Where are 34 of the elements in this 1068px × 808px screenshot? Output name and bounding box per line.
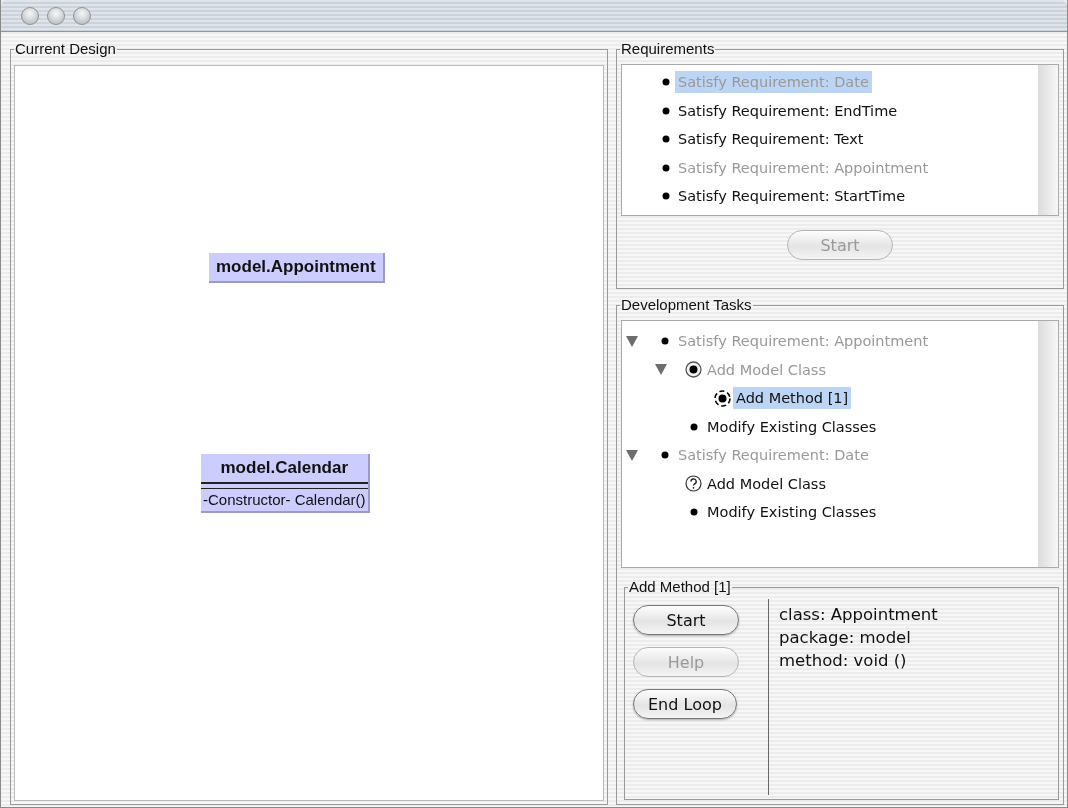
detail-text: class: Appointment [779,604,938,626]
window-control-button[interactable] [73,6,91,25]
list-item[interactable]: Satisfy Requirement: EndTime [675,99,901,122]
scroll-bar[interactable] [1038,321,1058,567]
class-box[interactable]: model.Calendar -Constructor- Calendar() [201,454,370,513]
bullet-icon [662,163,670,172]
radio-icon [685,361,702,379]
bullet-icon [662,106,670,115]
bullet-icon [689,422,698,431]
detail-text: package: model [779,627,912,649]
scroll-bar[interactable] [1038,65,1058,215]
bullet-icon [662,135,670,144]
bullet-icon [660,337,669,346]
panel-title: Add Method [1] [629,578,731,595]
panel-title: Requirements [621,40,715,57]
window-control-button[interactable] [21,6,39,25]
start-button[interactable]: Start [633,605,739,635]
class-name: model.Appointment [216,257,376,276]
bullet-icon [660,451,669,460]
class-name: model.Calendar [220,458,349,477]
bullet-icon [662,78,670,87]
class-box[interactable]: model.Appointment [209,253,385,283]
class-method: -Constructor- Calendar() [201,488,368,511]
list-item[interactable]: Satisfy Requirement: Text [675,128,867,151]
window-control-button[interactable] [47,6,65,25]
bullet-icon [662,192,670,201]
end-loop-button[interactable]: End Loop [633,689,737,719]
bullet-icon [689,508,698,517]
question-icon [685,475,702,493]
panel-title: Development Tasks [621,296,752,313]
progress-icon [714,389,731,407]
detail-text: method: void () [779,650,908,672]
list-item[interactable]: Satisfy Requirement: StartTime [675,185,909,208]
panel-title: Current Design [15,40,116,57]
